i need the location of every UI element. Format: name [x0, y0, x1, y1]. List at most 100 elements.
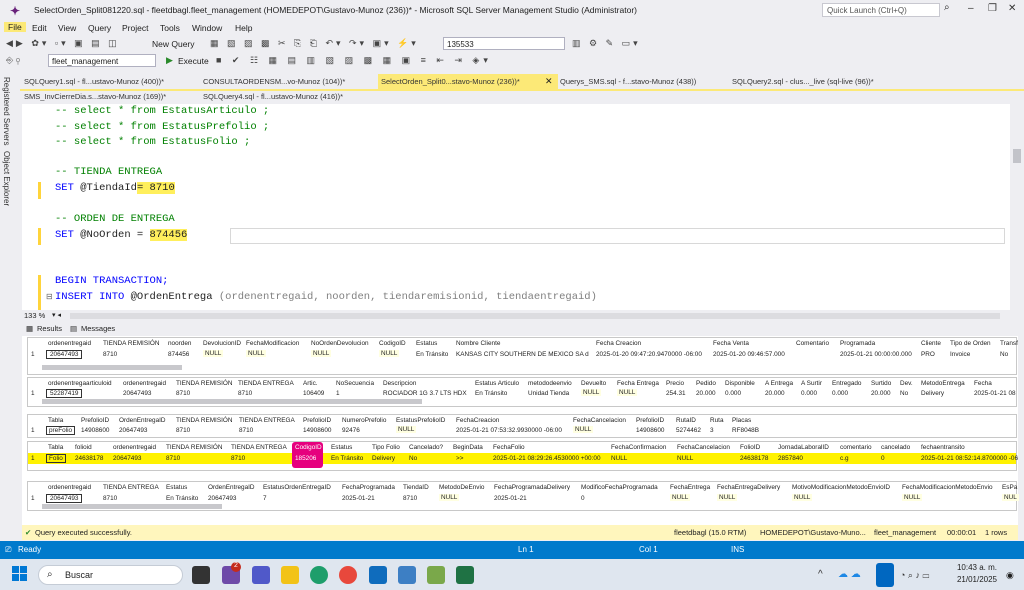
grid-cell-codigo[interactable]: 185206	[295, 455, 316, 462]
clock-time[interactable]: 10:43 a. m.	[955, 563, 997, 572]
column-header[interactable]: OrdenEntregaID	[119, 417, 166, 424]
search-icon[interactable]: ⌕	[944, 2, 950, 13]
column-header[interactable]: FechaCancelacion	[573, 417, 626, 424]
grid-cell[interactable]: NULL	[670, 494, 691, 501]
grid-cell[interactable]: 8710	[238, 390, 252, 397]
grid-cell[interactable]: NULL	[573, 426, 594, 433]
tab-sqlquery2[interactable]: SQLQuery2.sql - clus..._live (sql-live (…	[732, 77, 874, 86]
column-header[interactable]: folioid	[75, 444, 92, 451]
grid-cell[interactable]: 2025-01-20 09:46:57.000	[713, 351, 785, 358]
column-header[interactable]: CodigoID	[295, 444, 322, 451]
windows-start-icon[interactable]	[12, 566, 28, 582]
tab-sqlquery4[interactable]: SQLQuery4.sql - fl...ustavo-Munoz (416))…	[203, 92, 343, 101]
column-header[interactable]: Dev.	[900, 380, 913, 387]
column-header[interactable]: FechaCancelacion	[677, 444, 730, 451]
zoom-level[interactable]: 133 %	[24, 311, 45, 320]
column-header[interactable]: Descripcion	[383, 380, 416, 387]
column-header[interactable]: PrefolioID	[636, 417, 664, 424]
column-header[interactable]: EstatusOrdenEntregaID	[263, 484, 331, 491]
grid-cell[interactable]: Delivery	[921, 390, 944, 397]
column-header[interactable]: FechaModificacionMetodoEnvio	[902, 484, 993, 491]
grid-cell[interactable]: No	[409, 455, 417, 462]
grid-cell[interactable]: NULL	[396, 426, 417, 433]
column-header[interactable]: Surtido	[871, 380, 891, 387]
grid-cell[interactable]: NULL	[581, 389, 602, 396]
taskbar-search[interactable]: ⌕ Buscar	[38, 565, 183, 585]
grid-cell[interactable]: Unidad Tienda	[528, 390, 569, 397]
column-header[interactable]: ordenentregaid	[48, 340, 91, 347]
grid-cell[interactable]: NULL	[246, 350, 267, 357]
column-header[interactable]: JornadaLaboralID	[778, 444, 829, 451]
menu-tools[interactable]: Tools	[160, 23, 180, 33]
column-header[interactable]: cancelado	[881, 444, 910, 451]
column-header[interactable]: Precio	[666, 380, 684, 387]
grid-cell[interactable]: 5274462	[676, 427, 701, 434]
column-header[interactable]: DevolucionID	[203, 340, 241, 347]
column-header[interactable]: Placas	[732, 417, 751, 424]
grid-cell[interactable]: NULL	[439, 494, 460, 501]
minimize-icon[interactable]: –	[968, 3, 974, 14]
column-header[interactable]: TIENDA REMISIÓN	[103, 340, 159, 347]
grid-cell[interactable]: 20.000	[696, 390, 716, 397]
column-header[interactable]: TIENDA ENTREGA	[103, 484, 159, 491]
column-header[interactable]: ordenentregaid	[48, 484, 91, 491]
column-header[interactable]: Fecha Venta	[713, 340, 749, 347]
network-volume-icon[interactable]: ◔ ⌕ ♪ ▭	[900, 570, 929, 581]
microphone-icon[interactable]	[876, 563, 894, 587]
column-header[interactable]: Nombre Cliente	[456, 340, 500, 347]
menu-view[interactable]: View	[58, 23, 76, 33]
grid-cell-selected[interactable]: Folio	[46, 454, 66, 463]
grid-cell[interactable]: En Tránsito	[331, 455, 363, 462]
column-header[interactable]: Estatus	[331, 444, 352, 451]
grid-cell[interactable]: 8710	[403, 495, 417, 502]
column-header[interactable]: RutaID	[676, 417, 696, 424]
grid-cell[interactable]: NULL	[617, 389, 638, 396]
grid-cell[interactable]: 8710	[166, 455, 180, 462]
grid-cell[interactable]: 2025-01-21 00:00:00.000	[840, 351, 912, 358]
excel-icon[interactable]	[456, 566, 474, 584]
column-header[interactable]: Comentario	[796, 340, 829, 347]
grid-cell[interactable]: NULL	[792, 494, 813, 501]
quick-launch-input[interactable]: Quick Launch (Ctrl+Q)	[822, 3, 940, 17]
column-header[interactable]: TIENDA ENTREGA	[231, 444, 287, 451]
column-header[interactable]: Devuelto	[581, 380, 606, 387]
menu-project[interactable]: Project	[122, 23, 148, 33]
grid-cell[interactable]: 8710	[103, 351, 117, 358]
database-select[interactable]: fleet_management	[48, 54, 156, 67]
object-explorer-tab[interactable]: Object Explorer	[2, 151, 11, 206]
grid-cell[interactable]: 2025-01-21	[494, 495, 527, 502]
column-header[interactable]: OrdenEntregaID	[208, 484, 255, 491]
pin-icon[interactable]: ⎆ ⚲	[6, 55, 20, 66]
column-header[interactable]: Estatus Articulo	[475, 380, 519, 387]
column-header[interactable]: FolioID	[740, 444, 760, 451]
column-header[interactable]: NoOrdenDevolucion	[311, 340, 369, 347]
column-header[interactable]: Tipo Folio	[372, 444, 400, 451]
grid-cell[interactable]: 2025-01-21 08:29:26.4530000 +00:00	[493, 455, 601, 462]
column-header[interactable]: NumeroPrefolio	[342, 417, 386, 424]
column-header[interactable]: Estatus	[166, 484, 187, 491]
grid-cell[interactable]: NUL	[1002, 494, 1019, 501]
grid-cell[interactable]: 2025-01-21 08	[974, 390, 1016, 397]
menu-file[interactable]: File	[4, 22, 26, 32]
grid-cell[interactable]: En Tránsito	[475, 390, 507, 397]
column-header[interactable]: BeginData	[453, 444, 483, 451]
grid-cell[interactable]: 0.000	[801, 390, 817, 397]
grid-cell[interactable]: 2857840	[778, 455, 803, 462]
teams-icon[interactable]	[252, 566, 270, 584]
grid-cell[interactable]: NULL	[379, 350, 400, 357]
grid-cell[interactable]: En Tránsito	[166, 495, 198, 502]
column-header[interactable]: A Entrega	[765, 380, 793, 387]
grid-cell[interactable]: 0.000	[832, 390, 848, 397]
grid-cell[interactable]: c.g	[840, 455, 849, 462]
sql-editor[interactable]	[22, 104, 1010, 310]
grid-cell-selected[interactable]: 20647493	[46, 494, 83, 503]
column-header[interactable]: Fecha	[974, 380, 992, 387]
grid-cell[interactable]: ROCIADOR 1G 3.7 LTS HDX	[383, 390, 467, 397]
grid-cell[interactable]: 24638178	[75, 455, 103, 462]
column-header[interactable]: Entregado	[832, 380, 862, 387]
menu-query[interactable]: Query	[88, 23, 111, 33]
grid-cell[interactable]: NULL	[311, 350, 332, 357]
column-header[interactable]: Estatus	[416, 340, 437, 347]
restore-icon[interactable]: ❐	[988, 3, 997, 14]
edge-icon[interactable]	[310, 566, 328, 584]
